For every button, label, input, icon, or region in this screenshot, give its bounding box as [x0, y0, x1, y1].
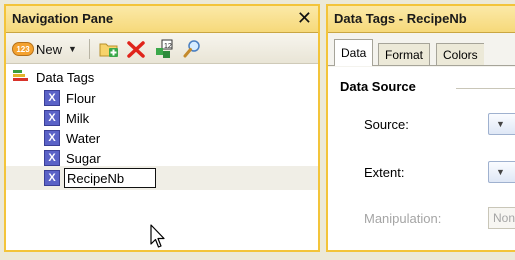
- tab-colors[interactable]: Colors: [436, 43, 484, 65]
- svg-text:12: 12: [164, 43, 172, 50]
- tab-data[interactable]: Data: [334, 39, 374, 66]
- properties-panel-header: Data Tags - RecipeNb: [328, 6, 515, 33]
- data-source-section-title: Data Source: [340, 79, 416, 94]
- manipulation-label: Manipulation:: [364, 211, 442, 226]
- chevron-down-icon: ▼: [496, 167, 505, 177]
- manipulation-select: None: [488, 207, 515, 229]
- search-button[interactable]: [182, 39, 202, 59]
- data-tag-icon: X: [44, 110, 60, 126]
- navigation-toolbar: 123 New ▼ 12: [6, 33, 318, 64]
- source-dropdown[interactable]: ▼: [488, 113, 515, 135]
- delete-button[interactable]: [126, 39, 146, 59]
- navigation-pane-title: Navigation Pane: [12, 11, 114, 26]
- close-icon[interactable]: ✕: [297, 8, 312, 28]
- tree-item-label: Milk: [66, 110, 90, 126]
- tree-root-label: Data Tags: [36, 69, 95, 85]
- new-button[interactable]: 123 New ▼: [12, 39, 77, 59]
- extent-label: Extent:: [364, 165, 405, 180]
- tree-item-label: Flour: [66, 90, 96, 106]
- application-window: Navigation Pane ✕ 123 New ▼ 12 Data Tags…: [0, 0, 515, 260]
- rename-tag-input[interactable]: [64, 168, 156, 188]
- properties-panel-title: Data Tags - RecipeNb: [334, 11, 467, 26]
- section-divider: [456, 88, 515, 89]
- data-tags-tree: Data Tags X Flour X Milk X Water X Sugar…: [6, 64, 318, 250]
- data-tag-icon: X: [44, 130, 60, 146]
- search-icon: [183, 40, 200, 58]
- chevron-down-icon: ▼: [496, 119, 505, 129]
- data-tag-icon: X: [44, 90, 60, 106]
- new-folder-button[interactable]: [98, 39, 120, 59]
- data-tab-content: Data Source Source: ▼ Extent: ▼ Manipula…: [328, 67, 515, 250]
- new-folder-icon: [99, 43, 118, 57]
- toolbar-separator: [89, 39, 90, 59]
- chevron-down-icon[interactable]: ▼: [68, 44, 77, 54]
- tree-root-data-tags[interactable]: Data Tags: [12, 68, 94, 86]
- data-tag-icon: X: [44, 170, 60, 186]
- navigation-pane-header: Navigation Pane ✕: [6, 6, 318, 33]
- tree-item-flour[interactable]: X Flour: [44, 88, 96, 108]
- data-tags-properties-panel: Data Tags - RecipeNb Data Format Colors …: [326, 4, 515, 252]
- data-tags-button[interactable]: 12: [153, 39, 175, 59]
- tree-item-milk[interactable]: X Milk: [44, 108, 89, 128]
- extent-dropdown[interactable]: ▼: [488, 161, 515, 183]
- tree-item-sugar[interactable]: X Sugar: [44, 148, 101, 168]
- data-tags-icon: 12: [156, 39, 173, 58]
- tree-item-recipenb[interactable]: X: [44, 168, 156, 188]
- navigation-pane: Navigation Pane ✕ 123 New ▼ 12 Data Tags…: [4, 4, 320, 252]
- new-button-label: New: [36, 41, 63, 57]
- data-tags-folder-icon: [13, 70, 28, 81]
- data-tag-icon: X: [44, 150, 60, 166]
- tab-format[interactable]: Format: [378, 43, 431, 65]
- tree-item-water[interactable]: X Water: [44, 128, 100, 148]
- tree-item-label: Water: [66, 130, 101, 146]
- mouse-cursor-icon: [150, 224, 165, 248]
- source-label: Source:: [364, 117, 409, 132]
- tree-item-label: Sugar: [66, 150, 101, 166]
- new-tag-icon: 123: [12, 42, 34, 56]
- delete-icon: [127, 41, 145, 58]
- properties-tabs: Data Format Colors: [328, 33, 515, 67]
